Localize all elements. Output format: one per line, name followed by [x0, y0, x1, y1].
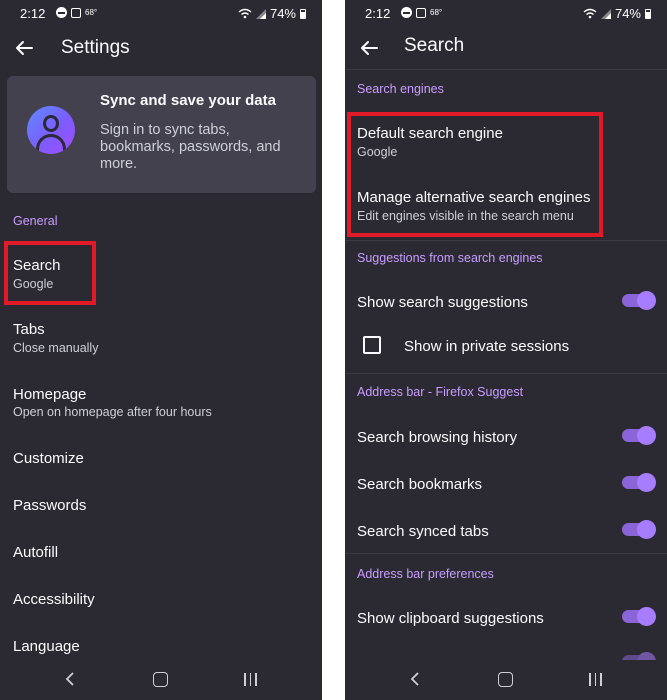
dnd-icon — [401, 7, 412, 18]
browsing-history-toggle[interactable] — [622, 426, 656, 445]
battery-percent: 74% — [614, 6, 641, 21]
battery-percent: 74% — [269, 6, 296, 21]
nav-home-icon[interactable] — [153, 672, 168, 687]
bookmarks-toggle[interactable] — [622, 473, 656, 492]
back-arrow-icon[interactable] — [12, 36, 36, 60]
sync-title: Sync and save your data — [100, 92, 276, 109]
search-settings-screen: 2:12 68° 74% Search Search engines Defau… — [345, 0, 667, 700]
private-sessions-checkbox[interactable] — [363, 336, 381, 354]
clipboard-suggestions-label: Show clipboard suggestions — [357, 610, 544, 627]
system-nav-bar — [0, 660, 322, 700]
gallery-icon — [71, 7, 81, 18]
signal-icon — [255, 8, 266, 19]
status-temp: 68° — [85, 8, 98, 17]
top-bar: Search — [345, 28, 667, 68]
settings-item-passwords[interactable]: Passwords — [13, 497, 86, 514]
wifi-icon — [238, 8, 252, 19]
status-temp: 68° — [430, 8, 443, 17]
section-suggestions: Suggestions from search engines — [357, 251, 543, 265]
sync-description: Sign in to sync tabs, bookmarks, passwor… — [100, 122, 281, 172]
settings-screen: 2:12 68° 74% Settings Sync and save your… — [0, 0, 322, 700]
section-search-engines: Search engines — [357, 82, 444, 96]
sync-card[interactable]: Sync and save your data Sign in to sync … — [7, 76, 316, 193]
bookmarks-label: Search bookmarks — [357, 476, 483, 493]
status-bar: 2:12 68° 74% — [345, 0, 667, 28]
signal-icon — [600, 8, 611, 19]
back-arrow-icon[interactable] — [357, 36, 381, 60]
status-time: 2:12 — [20, 6, 46, 21]
battery-icon — [645, 8, 651, 19]
private-sessions-label: Show in private sessions — [404, 338, 570, 355]
nav-recents-icon[interactable] — [244, 673, 257, 686]
settings-item-accessibility[interactable]: Accessibility — [13, 591, 95, 608]
settings-item-customize[interactable]: Customize — [13, 450, 84, 467]
nav-recents-icon[interactable] — [589, 673, 602, 686]
dnd-icon — [56, 7, 67, 18]
clipboard-suggestions-toggle[interactable] — [622, 607, 656, 626]
status-time: 2:12 — [365, 6, 391, 21]
browsing-history-label: Search browsing history — [357, 429, 518, 446]
nav-back-icon[interactable] — [410, 672, 420, 686]
show-search-suggestions-label: Show search suggestions — [357, 294, 528, 311]
section-preferences: Address bar preferences — [357, 567, 494, 581]
system-nav-bar — [345, 660, 667, 700]
synced-tabs-label: Search synced tabs — [357, 523, 489, 540]
gallery-icon — [416, 7, 426, 18]
page-title: Search — [404, 35, 465, 56]
top-bar: Settings — [0, 28, 322, 68]
nav-back-icon[interactable] — [65, 672, 75, 686]
section-general: General — [13, 214, 58, 228]
nav-home-icon[interactable] — [498, 672, 513, 687]
settings-item-autofill[interactable]: Autofill — [13, 544, 58, 561]
synced-tabs-toggle[interactable] — [622, 520, 656, 539]
status-bar: 2:12 68° 74% — [0, 0, 322, 28]
highlight-box-search — [4, 241, 96, 305]
wifi-icon — [583, 8, 597, 19]
page-title: Settings — [61, 37, 130, 58]
highlight-box-engines — [347, 112, 603, 237]
show-search-suggestions-toggle[interactable] — [622, 291, 656, 310]
section-address-bar: Address bar - Firefox Suggest — [357, 385, 524, 399]
battery-icon — [300, 8, 306, 19]
settings-item-language[interactable]: Language — [13, 638, 80, 655]
account-avatar-icon — [27, 106, 75, 154]
